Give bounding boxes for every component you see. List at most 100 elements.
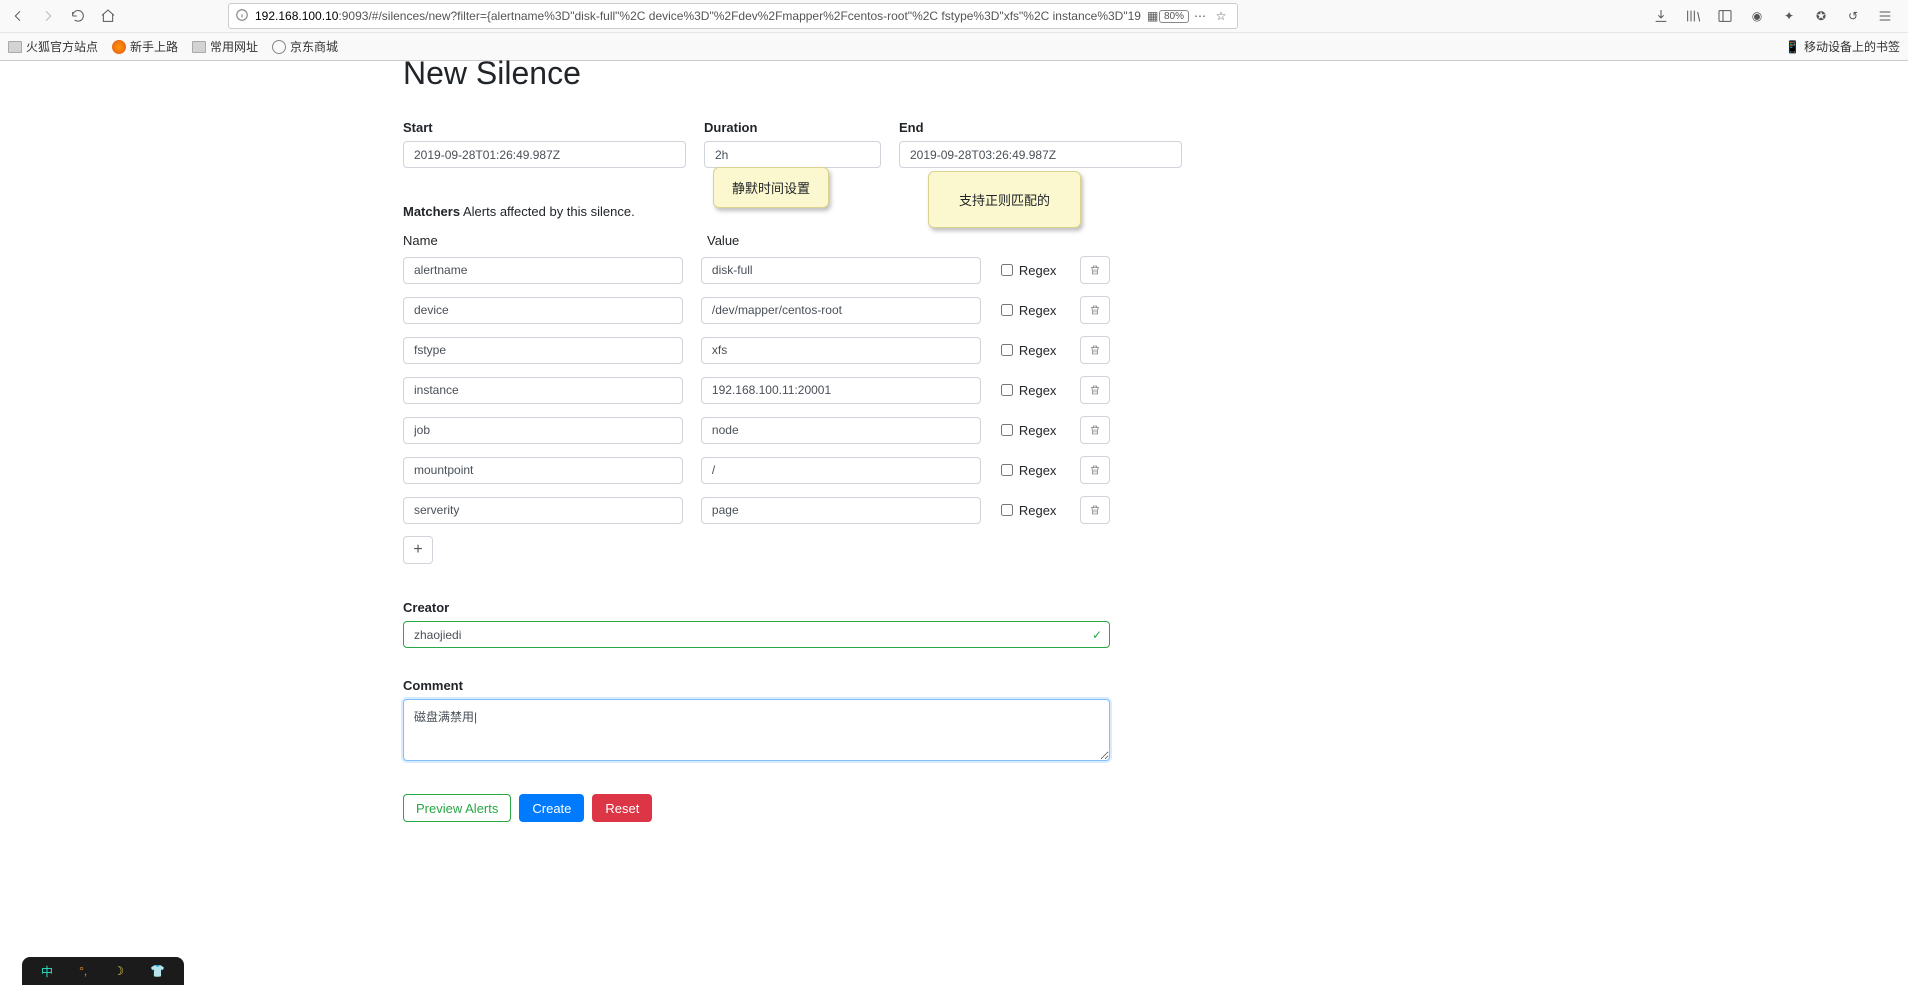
time-row: Start Duration End	[403, 120, 1110, 168]
delete-matcher-button[interactable]	[1080, 416, 1110, 444]
delete-matcher-button[interactable]	[1080, 496, 1110, 524]
folder-icon	[8, 41, 22, 53]
mobile-bookmarks[interactable]: 📱移动设备上的书签	[1785, 38, 1900, 55]
page-content: New Silence Start Duration End 静默时间设置 支持…	[0, 55, 1908, 862]
matcher-header: Name Value	[403, 233, 1110, 248]
matcher-value-input[interactable]	[701, 337, 981, 364]
reload-button[interactable]	[64, 2, 92, 30]
matcher-name-input[interactable]	[403, 257, 683, 284]
creator-input[interactable]	[403, 621, 1110, 648]
matcher-row: Regex	[403, 256, 1110, 284]
matcher-row: Regex	[403, 296, 1110, 324]
regex-checkbox[interactable]	[1001, 384, 1013, 396]
star-icon[interactable]: ☆	[1211, 3, 1231, 29]
home-button[interactable]	[94, 2, 122, 30]
qr-icon[interactable]: ▦	[1147, 9, 1158, 23]
duration-label: Duration	[704, 120, 881, 135]
matcher-value-input[interactable]	[701, 497, 981, 524]
zoom-badge[interactable]: 80%	[1159, 10, 1189, 23]
delete-matcher-button[interactable]	[1080, 456, 1110, 484]
matcher-name-input[interactable]	[403, 457, 683, 484]
addon-icon-2[interactable]: ✦	[1776, 2, 1802, 30]
name-header: Name	[403, 233, 707, 248]
regex-checkbox[interactable]	[1001, 424, 1013, 436]
matcher-row: Regex	[403, 416, 1110, 444]
url-bar[interactable]: 192.168.100.10:9093/#/silences/new?filte…	[228, 3, 1238, 29]
bookmark-item[interactable]: 京东商城	[272, 38, 338, 55]
download-icon[interactable]	[1648, 2, 1674, 30]
ime-lang-icon[interactable]: 中	[41, 963, 53, 980]
matcher-value-input[interactable]	[701, 297, 981, 324]
page-title: New Silence	[403, 55, 1110, 92]
matcher-row: Regex	[403, 376, 1110, 404]
matcher-name-input[interactable]	[403, 497, 683, 524]
matcher-value-input[interactable]	[701, 457, 981, 484]
create-button[interactable]: Create	[519, 794, 584, 822]
annotation-note: 支持正则匹配的	[928, 171, 1081, 228]
regex-checkbox[interactable]	[1001, 344, 1013, 356]
regex-checkbox-label[interactable]: Regex	[1001, 343, 1057, 358]
matcher-value-input[interactable]	[701, 257, 981, 284]
back-button[interactable]	[4, 2, 32, 30]
duration-input[interactable]	[704, 141, 881, 168]
regex-checkbox-label[interactable]: Regex	[1001, 263, 1057, 278]
reset-button[interactable]: Reset	[592, 794, 652, 822]
regex-checkbox[interactable]	[1001, 504, 1013, 516]
matcher-name-input[interactable]	[403, 337, 683, 364]
menu-icon[interactable]	[1872, 2, 1898, 30]
check-icon: ✓	[1092, 628, 1102, 642]
regex-checkbox[interactable]	[1001, 264, 1013, 276]
page-actions-icon[interactable]: ⋯	[1189, 3, 1211, 29]
regex-checkbox-label[interactable]: Regex	[1001, 503, 1057, 518]
nav-toolbar: 192.168.100.10:9093/#/silences/new?filte…	[0, 0, 1908, 32]
matcher-value-input[interactable]	[701, 417, 981, 444]
delete-matcher-button[interactable]	[1080, 296, 1110, 324]
value-header: Value	[707, 233, 991, 248]
bookmark-item[interactable]: 火狐官方站点	[8, 38, 98, 55]
library-icon[interactable]	[1680, 2, 1706, 30]
site-info-icon[interactable]	[235, 8, 249, 25]
annotation-note: 静默时间设置	[713, 167, 829, 208]
ime-skin-icon[interactable]: ☽	[113, 964, 124, 978]
addon-icon-1[interactable]: ◉	[1744, 2, 1770, 30]
comment-input[interactable]	[403, 699, 1110, 761]
matcher-row: Regex	[403, 336, 1110, 364]
regex-checkbox-label[interactable]: Regex	[1001, 423, 1057, 438]
bookmark-item[interactable]: 常用网址	[192, 38, 258, 55]
regex-checkbox[interactable]	[1001, 464, 1013, 476]
bookmark-item[interactable]: 新手上路	[112, 38, 178, 55]
regex-checkbox[interactable]	[1001, 304, 1013, 316]
regex-checkbox-label[interactable]: Regex	[1001, 303, 1057, 318]
firefox-icon	[112, 40, 126, 54]
regex-checkbox-label[interactable]: Regex	[1001, 383, 1057, 398]
delete-matcher-button[interactable]	[1080, 336, 1110, 364]
button-row: Preview Alerts Create Reset	[403, 794, 1110, 822]
mobile-icon: 📱	[1785, 40, 1800, 54]
matcher-name-input[interactable]	[403, 377, 683, 404]
start-input[interactable]	[403, 141, 686, 168]
delete-matcher-button[interactable]	[1080, 376, 1110, 404]
addon-icon-4[interactable]: ↺	[1840, 2, 1866, 30]
comment-label: Comment	[403, 678, 1110, 693]
preview-alerts-button[interactable]: Preview Alerts	[403, 794, 511, 822]
matcher-row: Regex	[403, 456, 1110, 484]
matcher-name-input[interactable]	[403, 297, 683, 324]
ime-settings-icon[interactable]: 👕	[150, 964, 165, 978]
forward-button[interactable]	[34, 2, 62, 30]
matcher-value-input[interactable]	[701, 377, 981, 404]
folder-icon	[192, 41, 206, 53]
ime-toolbar[interactable]: 中 °, ☽ 👕	[22, 957, 184, 985]
toolbar-right: ◉ ✦ ✪ ↺	[1648, 2, 1904, 30]
ime-punct-icon[interactable]: °,	[79, 964, 87, 978]
addon-icon-3[interactable]: ✪	[1808, 2, 1834, 30]
regex-checkbox-label[interactable]: Regex	[1001, 463, 1057, 478]
matcher-name-input[interactable]	[403, 417, 683, 444]
delete-matcher-button[interactable]	[1080, 256, 1110, 284]
sidebar-icon[interactable]	[1712, 2, 1738, 30]
creator-label: Creator	[403, 600, 1110, 615]
url-text: 192.168.100.10:9093/#/silences/new?filte…	[255, 9, 1141, 23]
jd-icon	[272, 40, 286, 54]
browser-chrome: 192.168.100.10:9093/#/silences/new?filte…	[0, 0, 1908, 61]
add-matcher-button[interactable]: +	[403, 536, 433, 564]
end-input[interactable]	[899, 141, 1182, 168]
